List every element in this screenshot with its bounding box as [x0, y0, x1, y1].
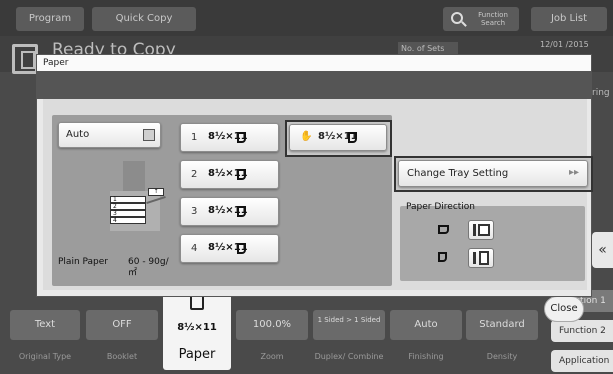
function-search-label: Function Search	[478, 11, 508, 27]
application-button[interactable]: Application	[551, 350, 613, 372]
tray-number: 2	[191, 169, 198, 180]
paper-direction-panel	[400, 206, 585, 281]
booklet-label: Booklet	[106, 352, 138, 361]
auto-label: Auto	[66, 129, 90, 140]
close-button[interactable]: Close	[544, 296, 584, 322]
portrait-direction-button[interactable]	[468, 248, 494, 268]
portrait-orientation-icon	[438, 252, 447, 262]
program-tab[interactable]: Program	[16, 7, 84, 31]
zoom-label: Zoom	[260, 352, 284, 361]
paper-weight-label: 60 - 90g/㎡	[128, 257, 169, 278]
auto-checkbox-icon	[143, 129, 155, 141]
copy-status-icon	[12, 44, 38, 74]
original-type-label: Original Type	[18, 352, 72, 361]
original-type-button[interactable]: Text	[10, 310, 80, 340]
change-tray-setting-label: Change Tray Setting	[407, 168, 509, 179]
background-tab-fragment: ring	[592, 88, 610, 98]
dialog-title: Paper	[37, 55, 591, 71]
duplex-button[interactable]: 1 Sided > 1 Sided	[313, 310, 385, 340]
booklet-button[interactable]: OFF	[86, 310, 158, 340]
auto-paper-button[interactable]: Auto	[58, 122, 161, 148]
landscape-direction-button[interactable]	[468, 220, 494, 240]
tray-number: 1	[191, 132, 198, 143]
quick-copy-tab[interactable]: Quick Copy	[92, 7, 196, 31]
hand-icon: ✋	[300, 131, 313, 142]
tray-3-button[interactable]: 3 8½×11	[180, 197, 279, 226]
density-button[interactable]: Standard	[466, 310, 538, 340]
portrait-orientation-icon	[348, 132, 357, 143]
job-list-button[interactable]: Job List	[531, 7, 607, 31]
tray-number: 4	[191, 243, 198, 254]
portrait-orientation-icon	[237, 243, 246, 254]
finishing-label: Finishing	[408, 352, 444, 361]
tray-4-button[interactable]: 4 8½×11	[180, 234, 279, 263]
illustration-slot-1: 1	[110, 196, 146, 203]
portrait-orientation-icon	[237, 132, 246, 143]
paper-function-button[interactable]: 8½×11 Paper	[163, 288, 231, 370]
top-bar: Program Quick Copy Function Search Job L…	[0, 0, 613, 36]
finishing-button[interactable]: Auto	[390, 310, 462, 340]
tray-2-button[interactable]: 2 8½×11	[180, 160, 279, 189]
change-tray-setting-button[interactable]: Change Tray Setting ▸▸	[398, 160, 588, 187]
illustration-slot-3: 3	[110, 210, 146, 217]
portrait-orientation-icon	[237, 206, 246, 217]
paper-label: Paper	[178, 347, 216, 362]
zoom-button[interactable]: 100.0%	[236, 310, 308, 340]
illustration-slot-2: 2	[110, 203, 146, 210]
feed-edge-icon	[473, 252, 476, 264]
dialog-header-band	[37, 71, 591, 99]
date-display: 12/01 /2015	[540, 40, 589, 49]
duplex-label: Duplex/ Combine	[314, 352, 384, 361]
search-icon	[451, 12, 463, 24]
landscape-orientation-icon	[438, 225, 449, 234]
feed-edge-icon	[473, 224, 476, 236]
portrait-orientation-icon	[237, 169, 246, 180]
printer-illustration-top	[123, 161, 145, 191]
illustration-slot-4: 4	[110, 217, 146, 224]
bypass-tray-icon: ↑	[148, 188, 164, 196]
tray-1-button[interactable]: 1 8½×11	[180, 123, 279, 152]
landscape-page-icon	[478, 224, 490, 236]
collapse-arrow-icon[interactable]: «	[592, 232, 613, 268]
double-chevron-right-icon: ▸▸	[569, 167, 580, 178]
function-search-button[interactable]: Function Search	[443, 7, 519, 31]
paper-value: 8½×11	[177, 322, 217, 333]
bypass-tray-button[interactable]: ✋ 8½×11	[289, 124, 387, 151]
paper-direction-label: Paper Direction	[406, 202, 476, 212]
function-2-button[interactable]: Function 2	[551, 320, 613, 342]
density-label: Density	[486, 352, 518, 361]
paper-type-label: Plain Paper	[58, 257, 108, 267]
tray-number: 3	[191, 206, 198, 217]
portrait-page-icon	[479, 251, 489, 265]
